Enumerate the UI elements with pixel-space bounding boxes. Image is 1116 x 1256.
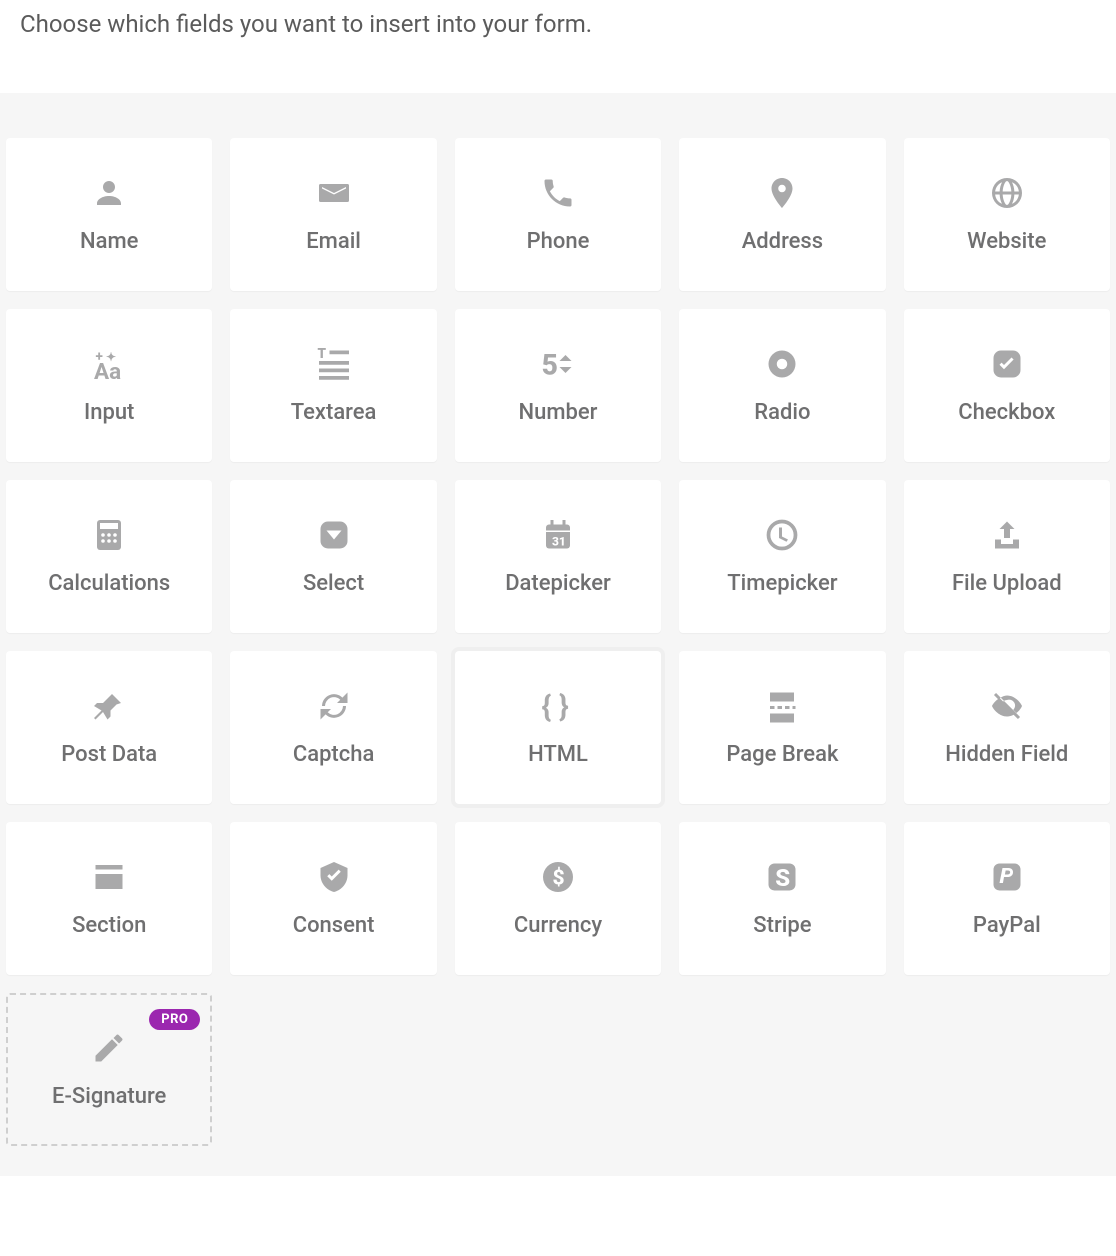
field-label: Phone: [527, 229, 590, 254]
field-card-radio[interactable]: Radio: [679, 309, 885, 462]
field-card-currency[interactable]: Currency: [455, 822, 661, 975]
user-icon: [91, 175, 127, 211]
field-card-calculations[interactable]: Calculations: [6, 480, 212, 633]
field-card-name[interactable]: Name: [6, 138, 212, 291]
field-card-esignature[interactable]: PRO E-Signature: [6, 993, 212, 1146]
field-card-section[interactable]: Section: [6, 822, 212, 975]
field-label: Input: [84, 400, 134, 425]
field-card-number[interactable]: Number: [455, 309, 661, 462]
field-card-input[interactable]: Input: [6, 309, 212, 462]
field-card-stripe[interactable]: Stripe: [679, 822, 885, 975]
refresh-icon: [316, 688, 352, 724]
field-label: Name: [80, 229, 138, 254]
field-label: Address: [742, 229, 823, 254]
shield-icon: [316, 859, 352, 895]
field-card-consent[interactable]: Consent: [230, 822, 436, 975]
field-card-checkbox[interactable]: Checkbox: [904, 309, 1110, 462]
pagebreak-icon: [764, 688, 800, 724]
checkbox-icon: [989, 346, 1025, 382]
upload-icon: [989, 517, 1025, 553]
field-card-paypal[interactable]: PayPal: [904, 822, 1110, 975]
field-label: Calculations: [48, 571, 170, 596]
field-card-email[interactable]: Email: [230, 138, 436, 291]
field-card-website[interactable]: Website: [904, 138, 1110, 291]
field-label: E-Signature: [52, 1084, 166, 1109]
field-label: Number: [519, 400, 598, 425]
paypal-icon: [989, 859, 1025, 895]
eye-off-icon: [989, 688, 1025, 724]
field-label: File Upload: [952, 571, 1062, 596]
field-label: Currency: [514, 913, 602, 938]
field-card-select[interactable]: Select: [230, 480, 436, 633]
number-icon: [540, 346, 576, 382]
field-label: HTML: [528, 742, 588, 767]
globe-icon: [989, 175, 1025, 211]
field-label: Hidden Field: [945, 742, 1068, 767]
field-label: Section: [72, 913, 146, 938]
clock-icon: [764, 517, 800, 553]
field-label: Post Data: [61, 742, 157, 767]
pro-badge: PRO: [149, 1009, 200, 1030]
field-label: Textarea: [291, 400, 377, 425]
field-label: Select: [303, 571, 364, 596]
field-card-hidden[interactable]: Hidden Field: [904, 651, 1110, 804]
field-label: Datepicker: [505, 571, 611, 596]
field-card-datepicker[interactable]: Datepicker: [455, 480, 661, 633]
field-label: Consent: [293, 913, 375, 938]
braces-icon: [540, 688, 576, 724]
stripe-icon: [764, 859, 800, 895]
pencil-icon: [91, 1030, 127, 1066]
field-label: Website: [967, 229, 1046, 254]
pin-icon: [91, 688, 127, 724]
field-card-fileupload[interactable]: File Upload: [904, 480, 1110, 633]
location-icon: [764, 175, 800, 211]
field-label: PayPal: [973, 913, 1041, 938]
field-card-phone[interactable]: Phone: [455, 138, 661, 291]
select-icon: [316, 517, 352, 553]
field-picker: Name Email Phone Address Website Input Textare…: [0, 93, 1116, 1176]
field-card-captcha[interactable]: Captcha: [230, 651, 436, 804]
phone-icon: [540, 175, 576, 211]
field-card-timepicker[interactable]: Timepicker: [679, 480, 885, 633]
section-icon: [91, 859, 127, 895]
field-label: Radio: [754, 400, 810, 425]
field-card-pagebreak[interactable]: Page Break: [679, 651, 885, 804]
calendar-icon: [540, 517, 576, 553]
field-label: Email: [306, 229, 361, 254]
field-label: Captcha: [293, 742, 374, 767]
field-card-address[interactable]: Address: [679, 138, 885, 291]
radio-icon: [764, 346, 800, 382]
field-label: Page Break: [726, 742, 838, 767]
field-card-postdata[interactable]: Post Data: [6, 651, 212, 804]
dollar-icon: [540, 859, 576, 895]
field-label: Stripe: [753, 913, 811, 938]
field-label: Checkbox: [958, 400, 1055, 425]
input-icon: [91, 346, 127, 382]
header: Choose which fields you want to insert i…: [0, 0, 1116, 93]
textarea-icon: [316, 346, 352, 382]
calculator-icon: [91, 517, 127, 553]
email-icon: [316, 175, 352, 211]
field-card-textarea[interactable]: Textarea: [230, 309, 436, 462]
field-label: Timepicker: [727, 571, 837, 596]
header-title: Choose which fields you want to insert i…: [20, 10, 1096, 38]
field-card-html[interactable]: HTML: [455, 651, 661, 804]
